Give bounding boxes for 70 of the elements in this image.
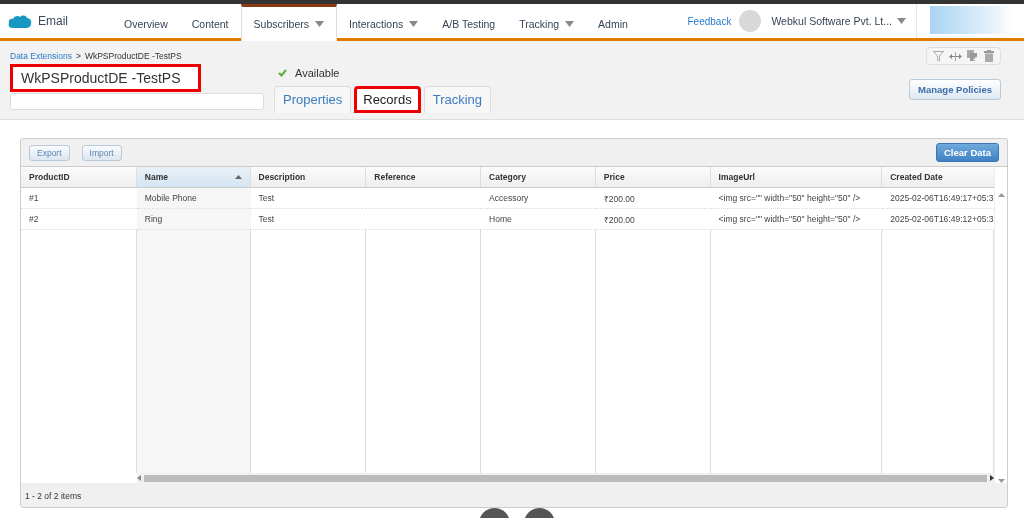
table-cell: #2	[21, 209, 137, 230]
status-text: Available	[295, 67, 340, 79]
column-header[interactable]: Description	[250, 167, 367, 187]
name-field[interactable]: WkPSProductDE -TestPS	[13, 67, 198, 89]
table-cell: Test	[250, 209, 367, 230]
avatar[interactable]	[739, 10, 762, 32]
breadcrumb-link[interactable]: Data Extensions	[10, 51, 72, 61]
scroll-up-icon[interactable]	[997, 193, 1005, 197]
account-menu[interactable]: Webkul Software Pvt. Lt...	[771, 4, 917, 38]
nav-tab[interactable]: Tracking	[507, 4, 587, 41]
tab[interactable]: Records	[354, 86, 421, 113]
column-header[interactable]: ImageUrl	[710, 167, 883, 187]
column-label: Created Date	[890, 172, 943, 182]
column-label: ProductID	[29, 172, 70, 182]
column-label: Price	[603, 172, 625, 182]
caret-icon	[565, 21, 575, 27]
column-label: ImageUrl	[718, 172, 755, 182]
column-header[interactable]: Reference	[366, 167, 482, 187]
scroll-down-icon[interactable]	[997, 479, 1005, 483]
nav-tab[interactable]: Content	[179, 4, 241, 41]
table-cell: <img src="" width="50" height="50" />	[710, 188, 883, 209]
tab[interactable]: Tracking	[423, 86, 492, 113]
toolbar-button[interactable]: Import	[81, 144, 122, 161]
check-icon	[278, 69, 287, 77]
column-header[interactable]: Name	[136, 167, 251, 187]
table-cell: ₹200.00	[595, 188, 711, 209]
description-field[interactable]	[10, 93, 264, 110]
columns-icon[interactable]	[949, 51, 962, 61]
manage-policies-button[interactable]: Manage Policies	[909, 79, 1001, 100]
column-label: Reference	[374, 172, 416, 182]
scroll-right-icon[interactable]	[990, 475, 994, 481]
sort-ascending-icon	[234, 175, 242, 179]
horizontal-scrollbar[interactable]	[144, 474, 987, 482]
column-header[interactable]: ProductID	[21, 167, 137, 187]
filter-icon[interactable]	[933, 50, 944, 62]
tab[interactable]: Properties	[274, 86, 352, 113]
app-name: Email	[38, 14, 68, 28]
caret-icon	[897, 18, 906, 24]
table-cell: Home	[481, 209, 596, 230]
feedback-link[interactable]: Feedback	[679, 4, 740, 38]
breadcrumb-current: WkPSProductDE -TestPS	[84, 51, 182, 61]
copy-icon[interactable]	[967, 50, 979, 62]
nav-tab[interactable]: Admin	[586, 4, 640, 41]
column-label: Category	[489, 172, 526, 182]
column-header[interactable]: Created Date	[882, 167, 994, 187]
caret-icon	[409, 21, 419, 27]
nav-tab[interactable]: A/B Testing	[430, 4, 508, 41]
caret-icon	[315, 21, 324, 27]
trash-icon[interactable]	[984, 50, 994, 62]
column-header[interactable]: Price	[595, 167, 711, 187]
nav-tab[interactable]: Subscribers	[240, 4, 337, 41]
breadcrumb-separator: >	[75, 51, 81, 61]
table-cell: <img src="" width="50" height="50" />	[710, 209, 883, 230]
toolbar-button[interactable]: Export	[29, 144, 70, 161]
column-label: Name	[144, 172, 168, 182]
cloud-logo-icon	[8, 13, 32, 29]
table-cell: Ring	[136, 209, 251, 230]
table-cell: Mobile Phone	[136, 188, 251, 209]
table-cell: ₹200.00	[595, 209, 711, 230]
table-cell: 2025-02-06T16:49:17+05:3	[882, 188, 994, 209]
table-cell: Accessory	[481, 188, 596, 209]
column-header[interactable]: Category	[481, 167, 596, 187]
column-label: Description	[258, 172, 306, 182]
table-cell: #1	[21, 188, 137, 209]
scroll-left-icon[interactable]	[137, 475, 141, 481]
nav-tab[interactable]: Interactions	[337, 4, 431, 41]
nav-tab[interactable]: Overview	[112, 4, 180, 41]
table-cell: Test	[250, 188, 367, 209]
pager-text: 1 - 2 of 2 items	[24, 490, 83, 503]
table-cell: 2025-02-06T16:49:12+05:3	[882, 209, 994, 230]
